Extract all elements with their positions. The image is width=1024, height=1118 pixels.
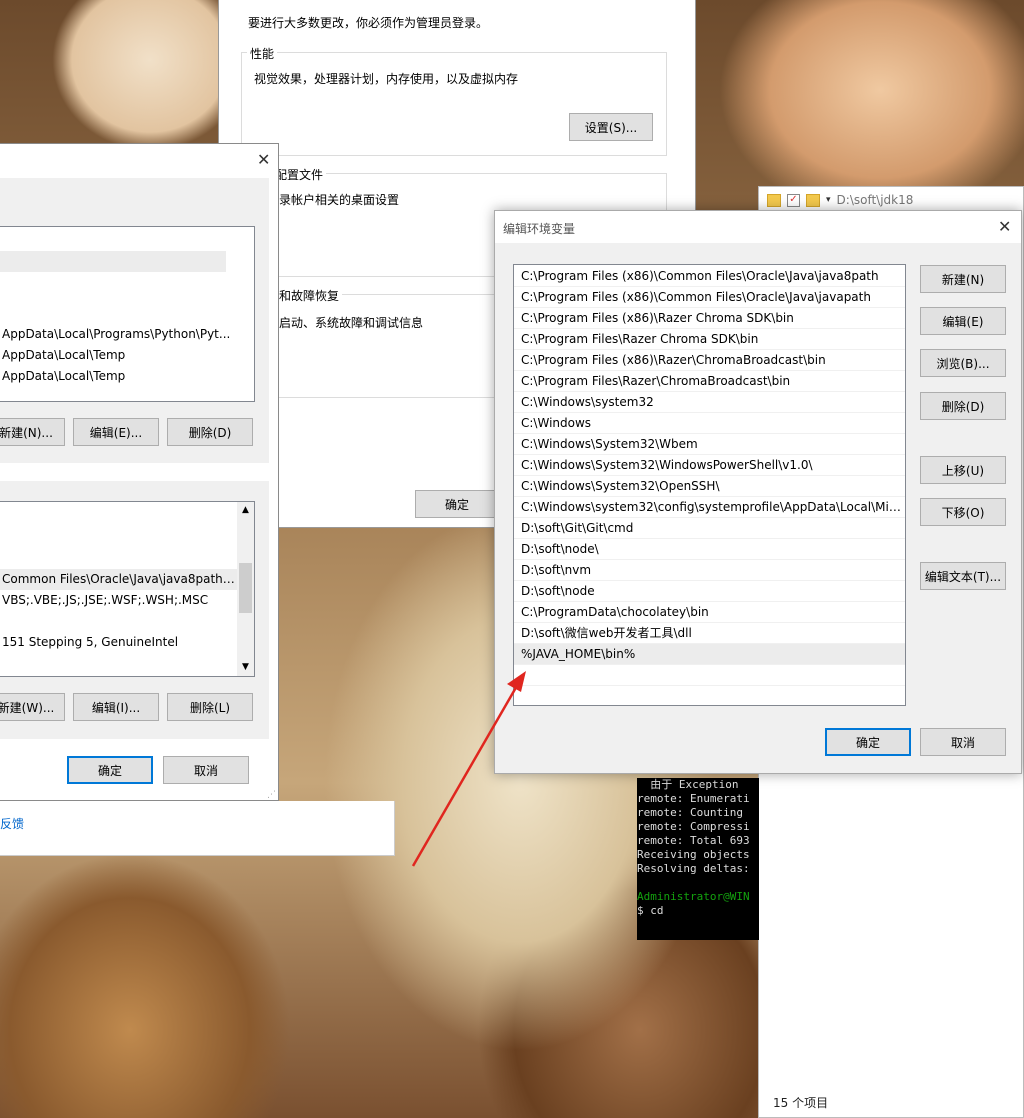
user-profile-title: 配置文件 (272, 166, 327, 183)
edit-button[interactable]: 编辑(E) (920, 307, 1006, 335)
performance-group: 性能 视觉效果，处理器计划，内存使用，以及虚拟内存 设置(S)... (241, 45, 667, 156)
environment-variables-window: ✕ AppData\Local\Programs\Python\Pyt... A… (0, 143, 279, 801)
list-item[interactable] (0, 230, 226, 251)
list-item[interactable]: D:\soft\node (514, 581, 905, 602)
list-item[interactable]: D:\soft\nvm (514, 560, 905, 581)
new-folder-icon[interactable] (806, 193, 820, 207)
list-item[interactable]: C:\Program Files (x86)\Common Files\Orac… (514, 266, 905, 287)
list-item[interactable]: AppData\Local\Programs\Python\Pyt... (0, 324, 254, 345)
list-item[interactable]: Common Files\Oracle\Java\java8path;... (0, 569, 238, 590)
env-cancel-button[interactable]: 取消 (163, 756, 249, 784)
address-path[interactable]: D:\soft\jdk18 (837, 193, 914, 207)
dialog-title: 编辑环境变量 (503, 222, 576, 236)
admin-notice: 要进行大多数更改，你必须作为管理员登录。 (248, 16, 489, 30)
list-item[interactable]: D:\soft\node\ (514, 539, 905, 560)
cancel-button[interactable]: 取消 (920, 728, 1006, 756)
ok-button[interactable]: 确定 (825, 728, 911, 756)
path-list[interactable]: C:\Program Files (x86)\Common Files\Orac… (513, 264, 906, 706)
folder-icon (767, 193, 781, 207)
terminal-line: remote: Total 693 (637, 834, 750, 847)
dropdown-arrow-icon[interactable]: ▾ (826, 195, 831, 205)
list-item[interactable]: C:\Windows\System32\WindowsPowerShell\v1… (514, 455, 905, 476)
list-item[interactable]: C:\Program Files (x86)\Razer\ChromaBroad… (514, 350, 905, 371)
list-item[interactable]: C:\Windows\System32\OpenSSH\ (514, 476, 905, 497)
user-new-button[interactable]: 新建(N)... (0, 418, 65, 446)
move-down-button[interactable]: 下移(O) (920, 498, 1006, 526)
resize-grip-icon[interactable]: ⋰ (267, 790, 276, 800)
system-props-ok-button[interactable]: 确定 (415, 490, 499, 518)
list-item[interactable]: AppData\Local\Temp (0, 345, 254, 366)
delete-button[interactable]: 删除(D) (920, 392, 1006, 420)
system-props-lower-panel: 反馈 (0, 801, 395, 856)
system-edit-button[interactable]: 编辑(I)... (73, 693, 159, 721)
list-item[interactable] (0, 251, 226, 272)
list-item[interactable]: C:\Windows\system32 (514, 392, 905, 413)
list-item-empty[interactable] (514, 665, 905, 686)
performance-title: 性能 (247, 45, 278, 62)
system-delete-button[interactable]: 删除(L) (167, 693, 253, 721)
scroll-up-icon[interactable]: ▲ (237, 502, 254, 519)
list-item[interactable]: VBS;.VBE;.JS;.JSE;.WSF;.WSH;.MSC (0, 590, 254, 611)
startup-recovery-title: 和故障恢复 (276, 287, 343, 304)
list-item[interactable]: 151 Stepping 5, GenuineIntel (0, 632, 254, 653)
browse-button[interactable]: 浏览(B)... (920, 349, 1006, 377)
edit-env-var-dialog: 编辑环境变量 ✕ C:\Program Files (x86)\Common F… (494, 210, 1022, 774)
close-icon[interactable]: ✕ (257, 150, 270, 169)
list-item[interactable]: C:\Program Files (x86)\Razer Chroma SDK\… (514, 308, 905, 329)
edit-text-button[interactable]: 编辑文本(T)... (920, 562, 1006, 590)
user-delete-button[interactable]: 删除(D) (167, 418, 253, 446)
list-item[interactable]: C:\Windows\system32\config\systemprofile… (514, 497, 905, 518)
terminal-line: remote: Enumerati (637, 792, 750, 805)
list-item[interactable]: C:\Windows (514, 413, 905, 434)
scroll-down-icon[interactable]: ▼ (237, 659, 254, 676)
list-item[interactable]: %JAVA_HOME\bin% (514, 644, 905, 665)
properties-checkbox-icon[interactable]: ✓ (787, 193, 800, 207)
list-item[interactable]: C:\Program Files\Razer Chroma SDK\bin (514, 329, 905, 350)
dialog-title-bar: 编辑环境变量 ✕ (495, 211, 1021, 243)
scroll-thumb[interactable] (239, 563, 252, 613)
terminal-prompt: Administrator@WIN (637, 890, 750, 903)
list-item[interactable]: C:\Windows\System32\Wbem (514, 434, 905, 455)
terminal-line: remote: Compressi (637, 820, 750, 833)
feedback-link[interactable]: 反馈 (0, 815, 24, 832)
list-item[interactable]: C:\Program Files\Razer\ChromaBroadcast\b… (514, 371, 905, 392)
terminal-line: Resolving deltas: (637, 862, 750, 875)
close-icon[interactable]: ✕ (998, 217, 1011, 236)
user-vars-list[interactable]: AppData\Local\Programs\Python\Pyt... App… (0, 226, 255, 402)
startup-recovery-desc: 启动、系统故障和调试信息 (279, 316, 424, 330)
terminal-input-line[interactable]: $ cd (637, 904, 759, 918)
performance-desc: 视觉效果，处理器计划，内存使用，以及虚拟内存 (254, 72, 519, 86)
list-item[interactable]: AppData\Local\Temp (0, 366, 254, 387)
list-item[interactable]: C:\ProgramData\chocolatey\bin (514, 602, 905, 623)
vertical-scrollbar[interactable]: ▲ ▼ (237, 502, 254, 676)
terminal-line: 由于 Exception (637, 778, 739, 791)
terminal-line: remote: Counting (637, 806, 743, 819)
system-new-button[interactable]: 新建(W)... (0, 693, 65, 721)
user-edit-button[interactable]: 编辑(E)... (73, 418, 159, 446)
explorer-status-bar: 15 个项目 (773, 1096, 829, 1110)
list-item[interactable]: D:\soft\Git\Git\cmd (514, 518, 905, 539)
new-button[interactable]: 新建(N) (920, 265, 1006, 293)
list-item[interactable]: D:\soft\微信web开发者工具\dll (514, 623, 905, 644)
env-ok-button[interactable]: 确定 (67, 756, 153, 784)
terminal-window: 由于 Exception remote: Enumerati remote: C… (637, 778, 759, 940)
system-vars-list[interactable]: Common Files\Oracle\Java\java8path;... V… (0, 501, 255, 677)
performance-settings-button[interactable]: 设置(S)... (569, 113, 653, 141)
terminal-line: Receiving objects (637, 848, 750, 861)
user-profile-desc: 录帐户相关的桌面设置 (279, 193, 400, 207)
list-item[interactable]: C:\Program Files (x86)\Common Files\Orac… (514, 287, 905, 308)
move-up-button[interactable]: 上移(U) (920, 456, 1006, 484)
